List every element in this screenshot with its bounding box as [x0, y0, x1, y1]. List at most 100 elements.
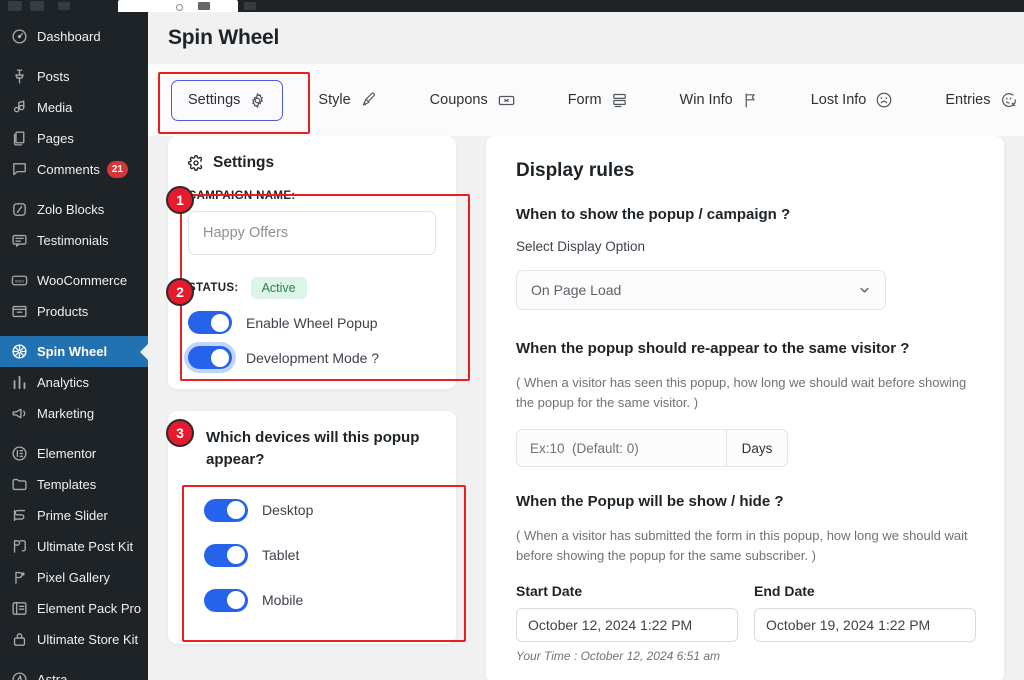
toggle-row[interactable]: Tablet — [204, 543, 434, 567]
wp-admin-bar — [0, 0, 1024, 12]
spin-wheel-icon — [9, 342, 29, 362]
toggle-label: Enable Wheel Popup — [246, 314, 378, 331]
sidebar-item-label: Ultimate Post Kit — [37, 539, 134, 554]
sidebar-item-ultimate-post-kit[interactable]: Ultimate Post Kit — [0, 531, 148, 562]
reappear-days-input[interactable] — [516, 429, 726, 468]
toggle-label: Mobile — [262, 592, 304, 608]
tab-bar[interactable]: Settings Style Coupons Form Win Info Lost Inf… — [148, 64, 1024, 136]
sidebar-item-comments[interactable]: Comments 21 — [0, 154, 148, 185]
select-display-label: Select Display Option — [516, 239, 646, 254]
toggle-row[interactable]: Enable Wheel Popup — [188, 311, 436, 334]
tab-coupons[interactable]: Coupons — [413, 79, 533, 122]
toggle-row[interactable]: Development Mode ? — [188, 346, 436, 369]
annotation-badge-2: 2 — [166, 278, 194, 306]
sidebar-item-label: Zolo Blocks — [37, 202, 105, 217]
end-date-col: End Date — [754, 583, 976, 642]
ultimate-store-kit-icon — [9, 630, 29, 650]
sidebar-item-element-pack-pro[interactable]: Element Pack Pro — [0, 593, 148, 624]
sidebar-item-elementor[interactable]: Elementor — [0, 438, 148, 469]
sidebar-separator — [0, 655, 148, 664]
toggle-knob — [227, 546, 245, 564]
start-date-col: Start Date — [516, 583, 738, 642]
sidebar-item-label: Pixel Gallery — [37, 570, 110, 585]
toggle-row[interactable]: Desktop — [204, 498, 434, 522]
sidebar-item-zolo-blocks[interactable]: Zolo Blocks — [0, 194, 148, 225]
settings-card: Settings CAMPAIGN NAME: STATUS: Active E… — [166, 136, 470, 389]
sidebar-separator — [0, 256, 148, 265]
flag-icon — [742, 92, 759, 109]
display-option-select[interactable]: On Page Load — [516, 270, 886, 310]
tab-form[interactable]: Form — [551, 80, 645, 121]
sidebar-item-media[interactable]: Media — [0, 92, 148, 123]
end-date-label: End Date — [754, 582, 815, 599]
sidebar-item-astra[interactable]: Astra — [0, 664, 148, 680]
toggle-row[interactable]: Mobile — [204, 588, 434, 612]
tab-style[interactable]: Style — [301, 79, 394, 121]
adminbar-item-a[interactable] — [198, 2, 210, 10]
sidebar-item-prime-slider[interactable]: Prime Slider — [0, 500, 148, 531]
zolo-blocks-icon — [9, 200, 29, 220]
sidebar-separator — [0, 327, 148, 336]
start-date-input[interactable] — [516, 607, 738, 642]
sidebar-item-label: Elementor — [37, 446, 97, 461]
toggle-enable-wheel-popup[interactable] — [188, 311, 232, 334]
form-rows-icon — [611, 92, 628, 109]
sidebar-item-analytics[interactable]: Analytics — [0, 367, 148, 398]
sidebar-item-label: Templates — [37, 477, 97, 492]
toggle-desktop[interactable] — [204, 498, 248, 522]
sidebar-item-templates[interactable]: Templates — [0, 469, 148, 500]
toggle-knob — [211, 313, 229, 332]
sidebar-item-label: Comments — [37, 162, 100, 177]
tab-label: Form — [567, 92, 602, 108]
tab-entries[interactable]: Entries — [928, 79, 1024, 121]
sidebar-item-dashboard[interactable]: Dashboard — [0, 21, 148, 52]
ticket-icon — [497, 91, 516, 110]
toggle-tablet[interactable] — [204, 543, 248, 567]
sidebar-item-marketing[interactable]: Marketing — [0, 398, 148, 429]
sidebar-item-label: Spin Wheel — [37, 344, 108, 359]
admin-sidebar[interactable]: Dashboard Posts Media Pages Comments 21 Zolo B… — [0, 12, 148, 680]
when-show-heading: When to show the popup / campaign ? — [516, 206, 791, 223]
sidebar-item-woocommerce[interactable]: woo WooCommerce — [0, 265, 148, 296]
adminbar-item-b[interactable] — [244, 2, 256, 10]
sidebar-item-label: Posts — [37, 69, 70, 84]
marketing-icon — [9, 404, 29, 424]
reappear-help-text: ( When a visitor has seen this popup, ho… — [516, 375, 967, 411]
sidebar-item-ultimate-store-kit[interactable]: Ultimate Store Kit — [0, 624, 148, 655]
sidebar-item-pixel-gallery[interactable]: Pixel Gallery — [0, 562, 148, 593]
pin-icon — [9, 67, 29, 87]
your-time-note: Your Time : October 12, 2024 6:51 am — [516, 648, 721, 663]
toggle-development-mode-[interactable] — [188, 346, 232, 369]
sidebar-item-label: Media — [37, 100, 73, 115]
sidebar-item-pages[interactable]: Pages — [0, 123, 148, 154]
toggle-mobile[interactable] — [204, 588, 248, 612]
sidebar-item-products[interactable]: Products — [0, 296, 148, 327]
end-date-input[interactable] — [754, 607, 976, 642]
sidebar-item-posts[interactable]: Posts — [0, 61, 148, 92]
reappear-input-group[interactable]: Days — [516, 429, 788, 468]
site-name-icon[interactable] — [30, 1, 44, 11]
sidebar-separator — [0, 52, 148, 61]
brush-icon — [360, 91, 378, 109]
wp-admin-screen: Dashboard Posts Media Pages Comments 21 Zolo B… — [0, 0, 1024, 680]
admin-search-box[interactable] — [118, 0, 238, 12]
tab-settings[interactable]: Settings — [171, 79, 284, 121]
toggle-label: Tablet — [262, 547, 300, 563]
left-column: Settings CAMPAIGN NAME: STATUS: Active E… — [166, 136, 470, 644]
dashboard-icon — [9, 27, 29, 47]
comments-bubble-icon[interactable] — [58, 2, 70, 10]
tab-lost-info[interactable]: Lost Info — [794, 79, 911, 121]
tab-win-info[interactable]: Win Info — [663, 80, 776, 121]
products-icon — [9, 302, 29, 322]
sidebar-item-label: Testimonials — [37, 233, 109, 248]
showhide-help-text: ( When a visitor has submitted the form … — [516, 528, 968, 564]
wp-logo-icon[interactable] — [8, 1, 22, 11]
tab-label: Win Info — [679, 92, 733, 108]
reappear-heading: When the popup should re-appear to the s… — [516, 340, 910, 357]
campaign-name-input[interactable] — [188, 211, 436, 255]
pixel-gallery-icon — [9, 568, 29, 588]
sidebar-item-testimonials[interactable]: Testimonials — [0, 225, 148, 256]
date-range-row: Start Date End Date — [516, 583, 976, 642]
ultimate-post-kit-icon — [9, 537, 29, 557]
sidebar-item-spin-wheel[interactable]: Spin Wheel — [0, 336, 148, 367]
